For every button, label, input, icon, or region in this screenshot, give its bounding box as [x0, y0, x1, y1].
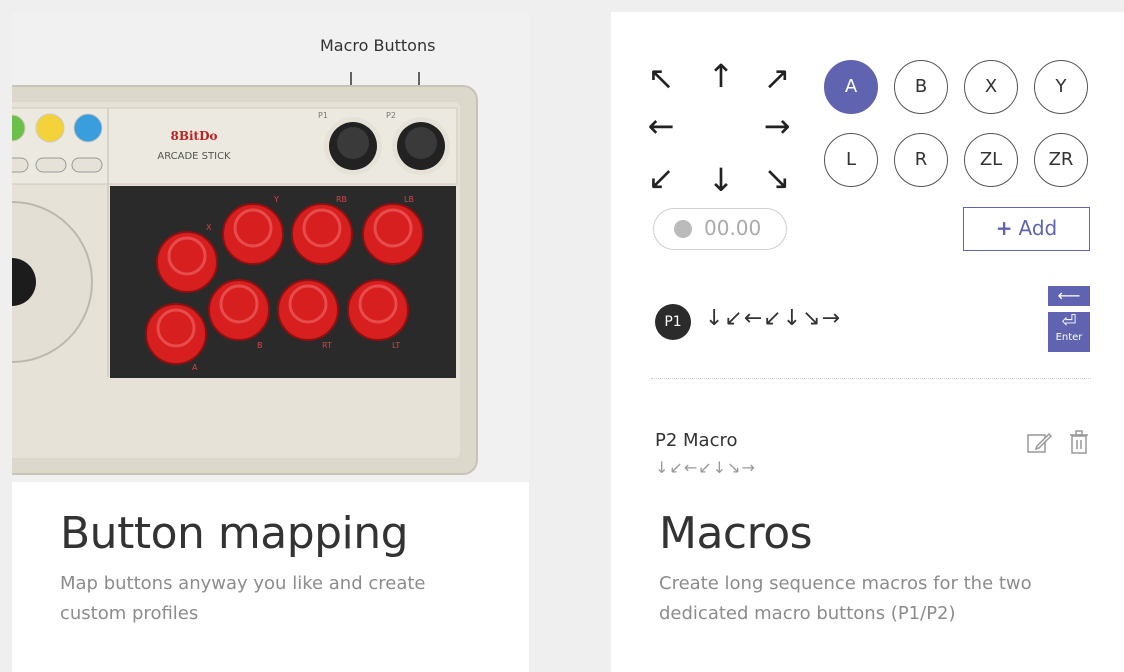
arcade-stick-image: 8BitDo ARCADE STICK X Y RB LB A B RT LT …	[12, 12, 529, 482]
delay-timer-field[interactable]: 00.00	[653, 208, 787, 250]
p1-badge: P1	[655, 304, 691, 340]
add-button[interactable]: + Add	[963, 207, 1090, 251]
svg-text:RT: RT	[322, 341, 332, 350]
arrow-down-left-icon[interactable]: ↙	[641, 158, 681, 198]
macro-buttons-callout: Macro Buttons	[320, 36, 436, 55]
arrow-left-icon[interactable]: ←	[641, 106, 681, 146]
arcade-stick-illustration: 8BitDo ARCADE STICK XY RB LB AB RT LT P1…	[12, 72, 478, 475]
button-zl[interactable]: ZL	[964, 133, 1018, 187]
card-description-line2: dedicated macro buttons (P1/P2)	[659, 603, 956, 624]
svg-text:A: A	[192, 363, 198, 372]
svg-text:LT: LT	[392, 341, 400, 350]
svg-text:P1: P1	[318, 111, 328, 120]
arrow-right-icon[interactable]: →	[757, 106, 797, 146]
add-label: Add	[1018, 216, 1058, 240]
p1-sequence: ↓↙←↙↓↘→	[705, 306, 842, 331]
arrow-down-icon[interactable]: ↓	[701, 160, 741, 200]
card-title: Button mapping	[60, 508, 409, 559]
svg-text:X: X	[206, 223, 212, 232]
enter-key-label: Enter	[1055, 332, 1083, 343]
button-l[interactable]: L	[824, 133, 878, 187]
svg-text:B: B	[257, 341, 263, 350]
brand-text: 8BitDo	[170, 129, 217, 143]
button-a[interactable]: A	[824, 60, 878, 114]
model-text: ARCADE STICK	[157, 151, 231, 162]
macro-name: P2 Macro	[655, 430, 738, 451]
button-x[interactable]: X	[964, 60, 1018, 114]
card-description-line2: custom profiles	[60, 603, 199, 624]
enter-key-icon[interactable]: ⏎ Enter	[1048, 312, 1090, 352]
svg-text:Y: Y	[273, 195, 279, 204]
button-zr[interactable]: ZR	[1034, 133, 1088, 187]
button-mapping-card: 8BitDo ARCADE STICK X Y RB LB A B RT LT …	[12, 12, 529, 672]
stopwatch-icon	[674, 220, 692, 238]
macros-card: ↖ ↑ ↗ ← → ↙ ↓ ↘ A B X Y L R ZL ZR 00.00 …	[611, 12, 1124, 672]
timer-value: 00.00	[704, 216, 762, 240]
button-b[interactable]: B	[894, 60, 948, 114]
svg-text:RB: RB	[336, 195, 347, 204]
edit-icon[interactable]	[1025, 428, 1053, 456]
arrow-up-left-icon[interactable]: ↖	[641, 58, 681, 98]
plus-icon: +	[995, 216, 1013, 240]
backspace-key-icon[interactable]: ⟵	[1048, 286, 1090, 306]
button-r[interactable]: R	[894, 133, 948, 187]
svg-text:LB: LB	[404, 195, 414, 204]
card-description-line1: Map buttons anyway you like and create	[60, 573, 426, 594]
macro-sequence: ↓↙←↙↓↘→	[655, 458, 756, 477]
arrow-down-right-icon[interactable]: ↘	[757, 158, 797, 198]
arrow-up-icon[interactable]: ↑	[701, 56, 741, 96]
arrow-up-right-icon[interactable]: ↗	[757, 58, 797, 98]
trash-icon[interactable]	[1065, 428, 1093, 456]
svg-text:P2: P2	[386, 111, 396, 120]
button-y[interactable]: Y	[1034, 60, 1088, 114]
divider	[651, 378, 1091, 379]
card-title: Macros	[659, 508, 813, 559]
card-description-line1: Create long sequence macros for the two	[659, 573, 1032, 594]
